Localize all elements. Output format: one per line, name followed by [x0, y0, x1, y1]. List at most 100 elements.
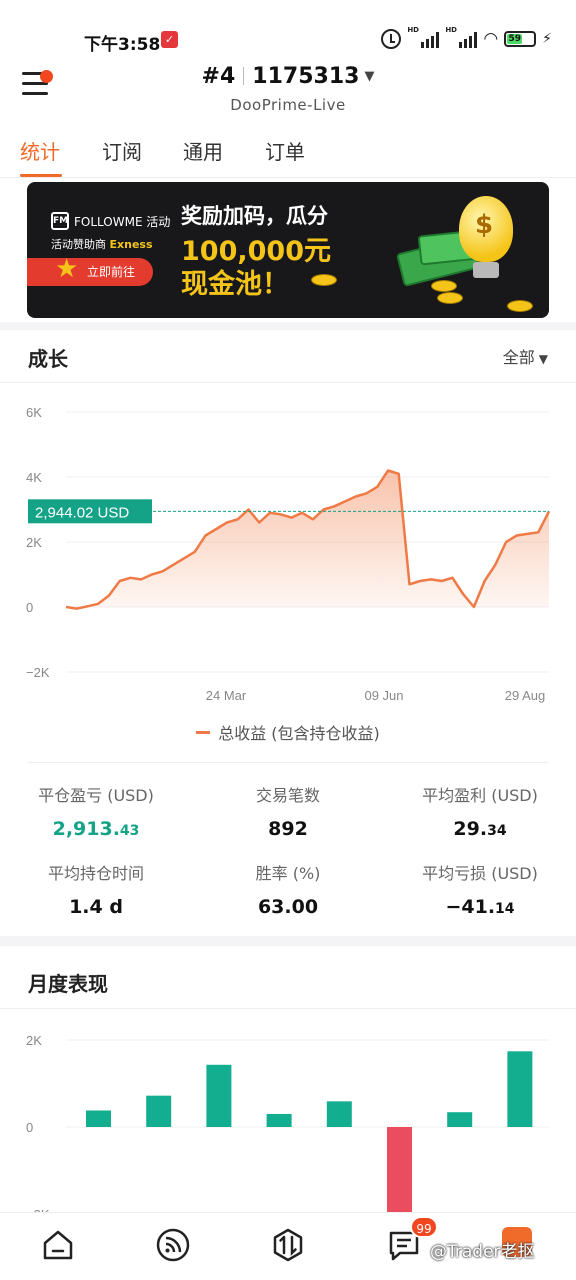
tab-bar: 统计 订阅 通用 订单 [0, 126, 576, 178]
legend-label: 总收益 (包含持仓收益) [218, 724, 380, 743]
coin-icon [507, 300, 533, 312]
broker-name: DooPrime-Live [230, 96, 346, 114]
stat-value: 63.00 [192, 896, 384, 918]
stat-value: 29.34 [384, 818, 576, 840]
y-tick-label: 0 [26, 1120, 33, 1135]
stat-avg-profit: 平均盈利 (USD) 29.34 [384, 782, 576, 840]
dollar-icon: $ [475, 210, 494, 240]
home-icon[interactable] [40, 1227, 76, 1263]
stat-label: 平仓盈亏 (USD) [38, 786, 154, 805]
section-separator [0, 936, 576, 946]
battery-icon: 59 [504, 31, 537, 47]
status-indicators: HD HD ◠ 59 ⚡ [381, 26, 552, 50]
y-tick-label: −2K [26, 665, 50, 680]
stat-value-main: 892 [268, 818, 308, 840]
series-area [66, 470, 549, 609]
monthly-bar [326, 1101, 352, 1127]
stat-value-main: −41. [445, 896, 496, 918]
stat-avg-loss: 平均亏损 (USD) −41.14 [384, 860, 576, 918]
stat-label: 平均盈利 (USD) [422, 786, 538, 805]
stat-closed-pnl: 平仓盈亏 (USD) 2,913.43 [0, 782, 192, 840]
stat-value-main: 29. [453, 818, 488, 840]
stat-label: 交易笔数 [255, 786, 320, 805]
chevron-down-icon: ▼ [364, 69, 375, 84]
active-tab-indicator [20, 174, 62, 177]
account-selector[interactable]: #4 1175313 ▼ [0, 64, 576, 89]
watermark-text: @Trader老抠 [430, 1242, 535, 1262]
stat-value-main: 2,913. [52, 818, 120, 840]
signal-2-icon: HD [445, 26, 478, 48]
stat-label: 平均持仓时间 [47, 864, 144, 883]
y-tick-label: 4K [26, 470, 42, 485]
lightbulb-base-icon [473, 262, 499, 278]
growth-legend: 总收益 (包含持仓收益) [0, 720, 576, 744]
monthly-bar [266, 1113, 292, 1127]
stat-avg-holding-time: 平均持仓时间 1.4 d [0, 860, 192, 918]
tab-orders[interactable]: 订单 [265, 136, 305, 165]
star-icon: ★ [55, 254, 79, 284]
stat-value: 2,913.43 [0, 818, 192, 840]
banner-sponsor: 活动赞助商 Exness [51, 236, 153, 252]
stat-label: 平均亏损 (USD) [422, 864, 538, 883]
chevron-down-icon: ▼ [538, 352, 548, 366]
monthly-bar [447, 1112, 473, 1127]
account-number: #4 [201, 64, 236, 89]
y-tick-label: 6K [26, 405, 42, 420]
y-tick-label: 0 [26, 600, 33, 615]
app-notification-icon: ✓ [161, 31, 178, 48]
growth-title: 成长 [28, 347, 68, 371]
stat-value-decimal: 14 [495, 901, 515, 917]
coin-icon [431, 280, 457, 292]
stat-value: −41.14 [384, 896, 576, 918]
coin-icon [437, 292, 463, 304]
banner-sponsor-name: Exness [109, 238, 153, 251]
y-tick-label: 2K [26, 1033, 42, 1048]
growth-chart[interactable]: 6K 4K 2K 0 −2K 2,944.02 USD 24 Mar 09 Jun 29 Aug [0, 390, 576, 710]
stat-win-rate: 胜率 (%) 63.00 [192, 860, 384, 918]
x-tick-label: 24 Mar [206, 688, 247, 703]
feed-icon[interactable] [155, 1227, 191, 1263]
banner-cta-button[interactable]: 立即前往 [27, 258, 153, 286]
stat-value: 1.4 d [0, 896, 192, 918]
stat-value: 892 [192, 818, 384, 840]
period-filter[interactable]: 全部 ▼ [503, 344, 548, 368]
messages-badge: 99 [410, 1216, 438, 1238]
monthly-bar [86, 1110, 111, 1127]
banner-logo-text: FOLLOWME 活动 [74, 214, 171, 229]
status-bar: 下午3:58 ✓ HD HD ◠ 59 ⚡ [0, 0, 576, 56]
promo-banner[interactable]: FM FOLLOWME 活动 活动赞助商 Exness 立即前往 ★ 奖励加码，… [27, 182, 549, 318]
monthly-bar [146, 1095, 172, 1127]
followme-logo-icon: FM [51, 212, 69, 230]
coin-icon [311, 274, 337, 286]
divider [0, 382, 576, 383]
monthly-bar [507, 1051, 533, 1127]
monthly-bar [387, 1127, 412, 1212]
stat-value-main: 1.4 d [69, 896, 123, 918]
wifi-icon: ◠ [483, 28, 499, 49]
monthly-bar [206, 1064, 232, 1127]
banner-headline-3: 现金池！ [181, 269, 289, 300]
account-id: 1175313 [252, 64, 360, 89]
status-time: 下午3:58 [84, 35, 161, 55]
banner-sponsor-prefix: 活动赞助商 [51, 238, 106, 251]
divider [28, 762, 548, 763]
alarm-icon [381, 29, 402, 49]
signal-1-icon: HD [407, 26, 440, 48]
followme-logo: FM FOLLOWME 活动 [51, 212, 170, 230]
monthly-chart[interactable]: 2K0−2K [0, 1020, 576, 1212]
divider [0, 1008, 576, 1009]
battery-level: 59 [507, 34, 523, 44]
stat-value-decimal: 34 [487, 823, 507, 839]
bottom-nav: 99 @Trader老抠 [0, 1212, 576, 1280]
monthly-title: 月度表现 [28, 972, 108, 996]
stat-value-main: 63.00 [257, 896, 319, 918]
stat-value-decimal: 43 [119, 823, 140, 839]
tab-subscriptions[interactable]: 订阅 [102, 136, 142, 165]
app-header: #4 1175313 ▼ DooPrime-Live [0, 58, 576, 120]
trade-icon[interactable] [270, 1227, 306, 1263]
legend-swatch [196, 731, 211, 734]
tab-statistics[interactable]: 统计 [20, 136, 60, 165]
current-value-label: 2,944.02 USD [35, 504, 129, 521]
tab-general[interactable]: 通用 [183, 136, 223, 165]
period-filter-label: 全部 [502, 348, 535, 367]
